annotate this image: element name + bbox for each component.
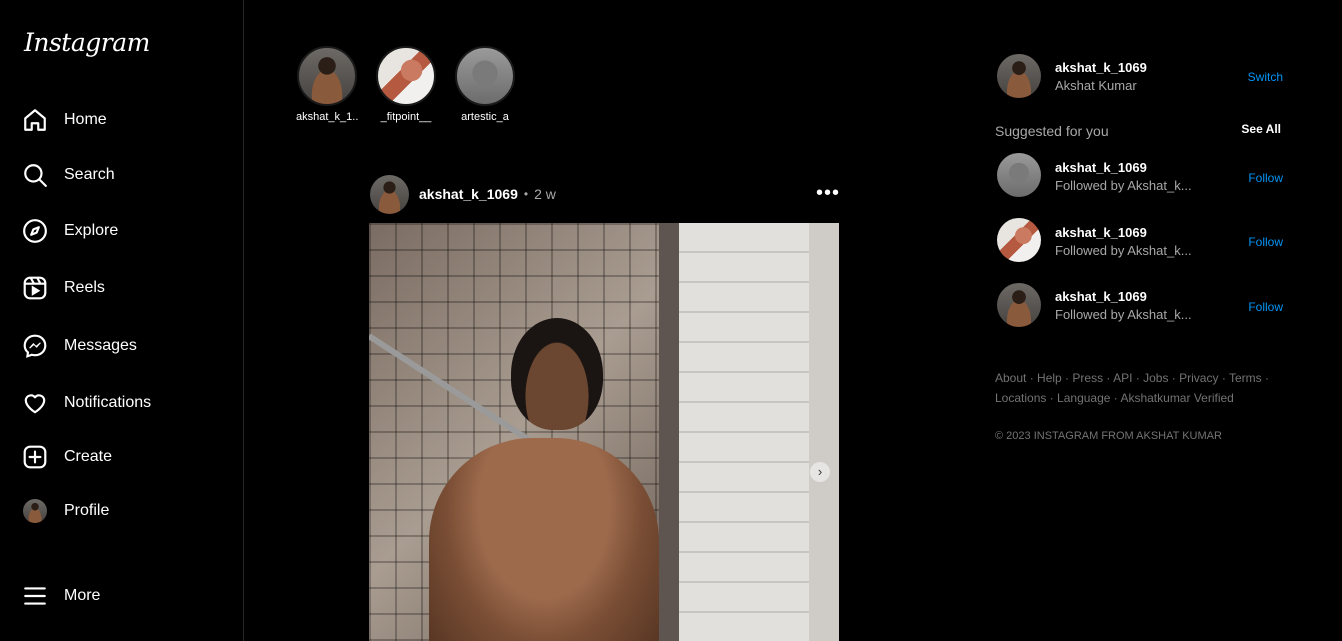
- footer-links: About · Help · Press · API · Jobs · Priv…: [995, 371, 1269, 405]
- story-item[interactable]: artestic_a: [454, 46, 516, 123]
- nav-label: Reels: [64, 279, 105, 296]
- story-avatar: [376, 46, 436, 106]
- avatar[interactable]: [997, 218, 1041, 262]
- footer-link-terms[interactable]: Terms: [1229, 371, 1262, 385]
- post-header: akshat_k_1069 • 2 w •••: [370, 174, 840, 214]
- footer-link-language[interactable]: Language: [1057, 391, 1110, 405]
- sidebar: Instagram Home Search Explore Reels Mess…: [0, 0, 244, 641]
- nav-explore[interactable]: Explore: [22, 217, 118, 245]
- avatar[interactable]: [997, 54, 1041, 98]
- suggestions-title: Suggested for you: [995, 123, 1109, 139]
- photo-torso: [429, 438, 659, 641]
- nav-notifications[interactable]: Notifications: [22, 389, 151, 417]
- search-icon: [22, 162, 48, 188]
- nav-more[interactable]: More: [22, 582, 100, 610]
- nav-label: Create: [64, 448, 113, 465]
- profile-avatar-wrap: [22, 498, 48, 524]
- story-item[interactable]: _fitpoint__: [375, 46, 437, 123]
- explore-icon: [22, 218, 48, 244]
- avatar: [23, 499, 47, 523]
- nav-messages[interactable]: Messages: [22, 332, 137, 360]
- follow-button[interactable]: Follow: [1248, 300, 1283, 314]
- account-username[interactable]: akshat_k_1069: [1055, 60, 1147, 75]
- menu-icon: [22, 583, 48, 609]
- photo-pillar: [679, 223, 809, 641]
- footer-link-locations[interactable]: Locations: [995, 391, 1046, 405]
- account-name: Akshat Kumar: [1055, 78, 1137, 93]
- suggestion-row: akshat_k_1069 Followed by Akshat_k... Fo…: [995, 283, 1285, 327]
- post-timestamp[interactable]: 2 w: [534, 186, 556, 202]
- footer-link-jobs[interactable]: Jobs: [1143, 371, 1168, 385]
- footer-link-press[interactable]: Press: [1072, 371, 1103, 385]
- footer-link-verified[interactable]: Akshatkumar Verified: [1120, 391, 1233, 405]
- footer-link-privacy[interactable]: Privacy: [1179, 371, 1218, 385]
- suggestion-username[interactable]: akshat_k_1069: [1055, 160, 1147, 175]
- photo-head: [511, 318, 603, 430]
- nav-label: Home: [64, 111, 107, 128]
- nav-label: Notifications: [64, 394, 152, 411]
- instagram-logo[interactable]: Instagram: [24, 28, 150, 57]
- story-username: _fitpoint__: [380, 111, 432, 123]
- plus-square-icon: [22, 444, 48, 470]
- post-author-avatar[interactable]: [370, 174, 409, 214]
- nav-create[interactable]: Create: [22, 443, 112, 471]
- suggestion-row: akshat_k_1069 Followed by Akshat_k... Fo…: [995, 218, 1285, 262]
- follow-button[interactable]: Follow: [1248, 235, 1283, 249]
- story-username: akshat_k_1...: [296, 111, 358, 123]
- current-account: akshat_k_1069 Akshat Kumar Switch: [995, 54, 1285, 98]
- follow-button[interactable]: Follow: [1248, 171, 1283, 185]
- post-image[interactable]: ›: [369, 223, 839, 641]
- nav-label: Profile: [64, 502, 110, 519]
- photo-person: [429, 318, 659, 641]
- story-item[interactable]: akshat_k_1...: [296, 46, 358, 123]
- heart-icon: [22, 390, 48, 416]
- nav-label: Messages: [64, 337, 137, 354]
- switch-button[interactable]: Switch: [1248, 70, 1283, 84]
- nav-label: Explore: [64, 222, 119, 239]
- nav-profile[interactable]: Profile: [22, 497, 109, 525]
- home-icon: [22, 107, 48, 133]
- messenger-icon: [22, 333, 48, 359]
- story-username: artestic_a: [461, 111, 509, 123]
- stories-tray: akshat_k_1... _fitpoint__ artestic_a: [296, 46, 516, 123]
- suggestion-row: akshat_k_1069 Followed by Akshat_k... Fo…: [995, 153, 1285, 197]
- nav-home[interactable]: Home: [22, 106, 107, 134]
- footer-link-help[interactable]: Help: [1037, 371, 1062, 385]
- footer-link-api[interactable]: API: [1113, 371, 1132, 385]
- post-username[interactable]: akshat_k_1069: [419, 186, 518, 202]
- suggestion-username[interactable]: akshat_k_1069: [1055, 289, 1147, 304]
- post-separator: •: [523, 187, 529, 201]
- story-avatar: [455, 46, 515, 106]
- more-options-icon[interactable]: •••: [816, 182, 840, 205]
- photo-background: [809, 223, 839, 641]
- suggestion-subtitle: Followed by Akshat_k...: [1055, 178, 1192, 193]
- nav-search[interactable]: Search: [22, 161, 115, 189]
- suggestion-username[interactable]: akshat_k_1069: [1055, 225, 1147, 240]
- suggestion-subtitle: Followed by Akshat_k...: [1055, 243, 1192, 258]
- copyright: © 2023 INSTAGRAM FROM AKSHAT KUMAR: [995, 430, 1222, 442]
- nav-label: More: [64, 587, 101, 604]
- reels-icon: [22, 275, 48, 301]
- footer-link-about[interactable]: About: [995, 371, 1026, 385]
- avatar[interactable]: [997, 153, 1041, 197]
- avatar[interactable]: [997, 283, 1041, 327]
- nav-reels[interactable]: Reels: [22, 274, 105, 302]
- nav-label: Search: [64, 166, 115, 183]
- story-avatar: [297, 46, 357, 106]
- see-all-link[interactable]: See All: [1241, 122, 1281, 136]
- suggestion-subtitle: Followed by Akshat_k...: [1055, 307, 1192, 322]
- chevron-right-icon[interactable]: ›: [810, 462, 830, 482]
